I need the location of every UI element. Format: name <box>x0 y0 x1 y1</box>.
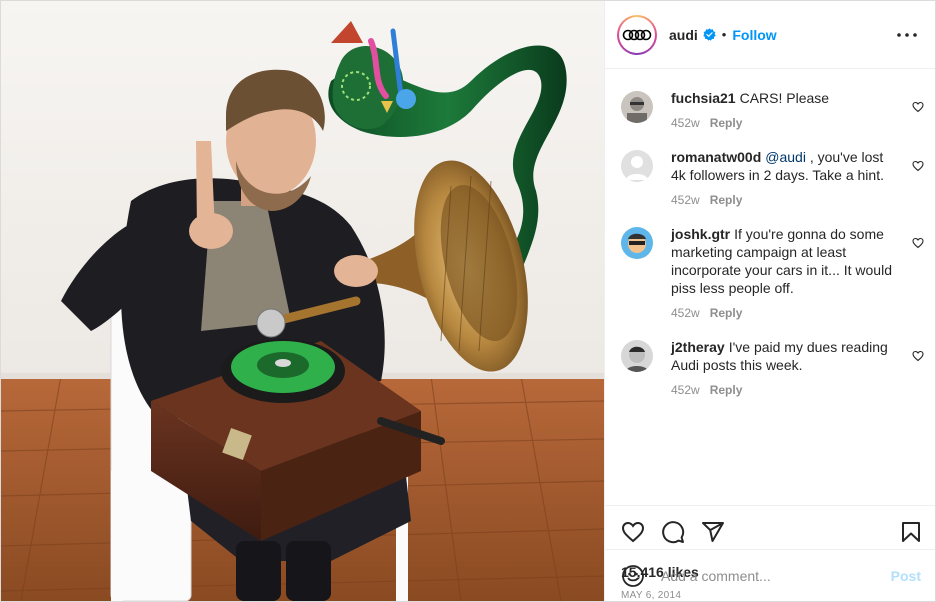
verified-badge-icon <box>703 28 716 41</box>
comment-age[interactable]: 452w <box>671 383 700 397</box>
instagram-post: audi • Follow fuchsia21 CARS! Please 452w… <box>0 0 936 602</box>
post-image[interactable] <box>1 1 605 601</box>
header-separator: • <box>721 27 727 42</box>
share-button[interactable] <box>701 520 725 544</box>
comment-age[interactable]: 452w <box>671 116 700 130</box>
heart-icon[interactable] <box>912 350 924 362</box>
audi-logo-icon <box>619 16 655 53</box>
commenter-avatar[interactable] <box>621 340 653 372</box>
commenter-avatar[interactable] <box>621 150 653 182</box>
post-side-panel: audi • Follow fuchsia21 CARS! Please 452w… <box>605 1 935 601</box>
author-username[interactable]: audi <box>669 27 698 43</box>
comment-button[interactable] <box>661 520 685 544</box>
comment-age[interactable]: 452w <box>671 306 700 320</box>
comment-icon <box>662 521 685 544</box>
comment-item: fuchsia21 CARS! Please 452w Reply <box>605 73 935 132</box>
commenter-avatar[interactable] <box>621 227 653 259</box>
heart-icon[interactable] <box>912 237 924 249</box>
post-header: audi • Follow <box>605 1 935 69</box>
comments-list[interactable]: fuchsia21 CARS! Please 452w Reply romanatw… <box>605 69 935 506</box>
comment-username[interactable]: fuchsia21 <box>671 90 736 106</box>
more-options-icon[interactable] <box>895 23 919 47</box>
author-avatar[interactable] <box>617 14 657 55</box>
commenter-avatar[interactable] <box>621 91 653 123</box>
add-comment-bar: Post <box>605 549 935 601</box>
comment-age[interactable]: 452w <box>671 193 700 207</box>
comment-username[interactable]: j2theray <box>671 339 725 355</box>
follow-button[interactable]: Follow <box>732 27 776 43</box>
reply-button[interactable]: Reply <box>710 193 743 207</box>
reply-button[interactable]: Reply <box>710 306 743 320</box>
comment-mention[interactable]: @audi <box>765 149 806 165</box>
save-button[interactable] <box>899 520 923 544</box>
post-photo-illustration <box>1 1 604 601</box>
bookmark-icon <box>902 522 920 542</box>
share-icon <box>702 522 724 542</box>
heart-icon[interactable] <box>912 160 924 172</box>
heart-icon <box>621 521 645 543</box>
comment-username[interactable]: joshk.gtr <box>671 226 730 242</box>
emoji-icon[interactable] <box>621 564 645 588</box>
comment-username[interactable]: romanatw00d <box>671 149 761 165</box>
heart-icon[interactable] <box>912 101 924 113</box>
post-comment-button[interactable]: Post <box>891 568 921 584</box>
comment-item: joshk.gtr If you're gonna do some marketi… <box>605 209 935 322</box>
reply-button[interactable]: Reply <box>710 383 743 397</box>
comment-item: j2theray I've paid my dues reading Audi p… <box>605 322 935 399</box>
comment-text: CARS! Please <box>739 90 830 106</box>
comment-item: romanatw00d @audi , you've lost 4k follow… <box>605 132 935 209</box>
like-button[interactable] <box>621 520 645 544</box>
reply-button[interactable]: Reply <box>710 116 743 130</box>
comment-input[interactable] <box>661 567 891 584</box>
